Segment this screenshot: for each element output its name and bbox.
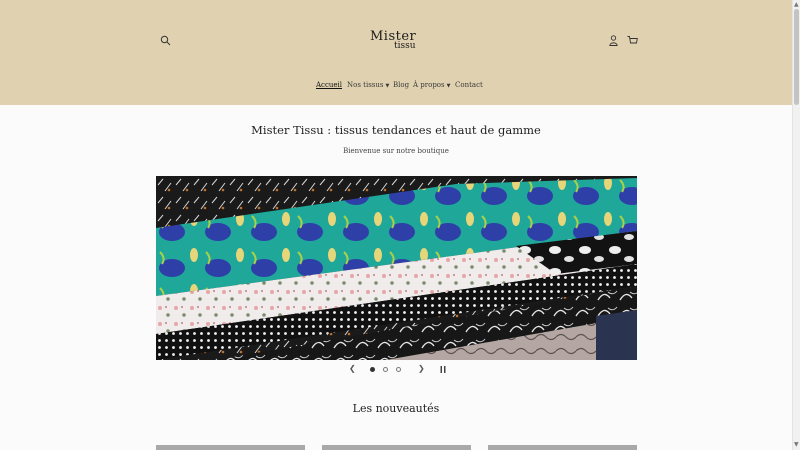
cart-icon[interactable] bbox=[627, 35, 638, 46]
scroll-down-arrow-icon[interactable]: ▼ bbox=[794, 441, 799, 448]
product-card[interactable] bbox=[322, 445, 471, 450]
page-scrollbar[interactable]: ▲ ▼ bbox=[792, 0, 800, 450]
chevron-down-icon: ▼ bbox=[446, 83, 451, 89]
nav-item-accueil[interactable]: Accueil bbox=[316, 81, 342, 89]
nav-item-nos-tissus-label: Nos tissus bbox=[347, 81, 384, 89]
logo-sub-text: tissu bbox=[394, 41, 416, 51]
site-logo[interactable]: Mister tissu bbox=[362, 28, 432, 56]
fabric-stack-image bbox=[156, 176, 637, 360]
hero-title: Mister Tissu : tissus tendances et haut … bbox=[251, 123, 541, 137]
nav-item-nos-tissus[interactable]: Nos tissus ▼ bbox=[347, 81, 389, 89]
hero-subtitle: Bienvenue sur notre boutique bbox=[343, 147, 449, 155]
slide-dot-2[interactable] bbox=[383, 367, 388, 372]
nav-item-contact[interactable]: Contact bbox=[455, 81, 483, 89]
hero-slide-image bbox=[156, 176, 637, 360]
site-header: Mister tissu Accueil Nos tissus ▼ Blog À … bbox=[0, 0, 792, 105]
slide-dot-1[interactable] bbox=[370, 367, 375, 372]
nav-item-a-propos[interactable]: À propos ▼ bbox=[413, 81, 450, 89]
section-title-nouveautes: Les nouveautés bbox=[352, 402, 440, 415]
slideshow-prev-button[interactable]: ❮ bbox=[349, 364, 356, 373]
pause-icon[interactable] bbox=[440, 366, 446, 373]
product-card[interactable] bbox=[488, 445, 637, 450]
slideshow-next-button[interactable]: ❯ bbox=[418, 364, 425, 373]
nav-item-a-propos-label: À propos bbox=[413, 81, 445, 89]
search-icon[interactable] bbox=[160, 35, 171, 46]
slide-dot-3[interactable] bbox=[396, 367, 401, 372]
product-card[interactable] bbox=[156, 445, 305, 450]
scroll-up-arrow-icon[interactable]: ▲ bbox=[794, 1, 799, 8]
scrollbar-thumb[interactable] bbox=[794, 9, 799, 105]
chevron-down-icon: ▼ bbox=[385, 83, 390, 89]
account-icon[interactable] bbox=[609, 35, 618, 46]
nav-item-blog[interactable]: Blog bbox=[393, 81, 409, 89]
